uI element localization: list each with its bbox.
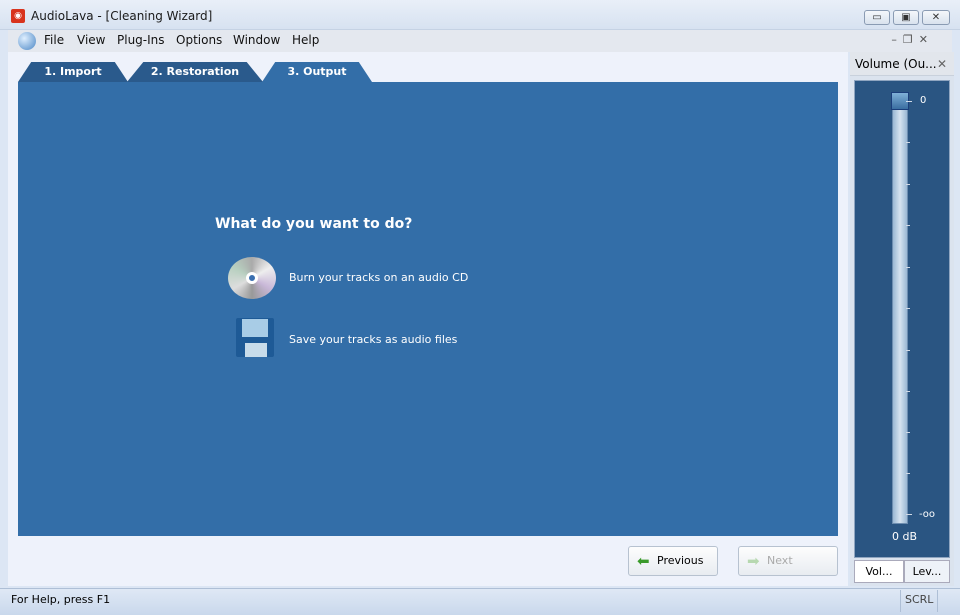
tab-output[interactable]: 3. Output	[262, 62, 372, 82]
menu-bar: File View Plug-Ins Options Window Help –…	[8, 30, 952, 52]
tab-restoration[interactable]: 2. Restoration	[127, 62, 263, 82]
scroll-lock-indicator: SCRL	[900, 590, 939, 612]
status-bar: For Help, press F1 SCRL	[0, 588, 960, 615]
title-bar: ◉ AudioLava - [Cleaning Wizard] ▭ ▣ ✕	[0, 0, 960, 30]
menu-options[interactable]: Options	[176, 33, 222, 47]
volume-max-label: 0	[920, 95, 927, 106]
volume-value-label: 0 dB	[892, 530, 918, 543]
save-files-option[interactable]: Save your tracks as audio files	[289, 333, 457, 346]
menu-window[interactable]: Window	[233, 33, 280, 47]
menu-file[interactable]: File	[44, 33, 64, 47]
volume-panel-header: Volume (Ou... ✕	[850, 52, 954, 76]
window-title: AudioLava - [Cleaning Wizard]	[31, 9, 213, 23]
previous-button[interactable]: ⬅ Previous	[628, 546, 718, 576]
volume-close-icon[interactable]: ✕	[937, 57, 947, 71]
app-menu-icon[interactable]	[18, 32, 36, 50]
burn-cd-option[interactable]: Burn your tracks on an audio CD	[289, 271, 468, 284]
volume-panel-title: Volume (Ou...	[855, 57, 937, 71]
wizard-question: What do you want to do?	[215, 216, 413, 232]
floppy-disk-icon[interactable]	[236, 318, 274, 357]
tab-levels[interactable]: Lev...	[904, 560, 950, 583]
next-button[interactable]: ➡ Next	[738, 546, 838, 576]
cd-icon[interactable]	[228, 257, 276, 299]
previous-label: Previous	[657, 554, 704, 567]
menu-plug-ins[interactable]: Plug-Ins	[117, 33, 165, 47]
maximize-button[interactable]: ▣	[893, 10, 919, 25]
arrow-right-icon: ➡	[747, 552, 760, 570]
app-icon: ◉	[11, 9, 25, 23]
wizard-panel	[18, 82, 838, 536]
minimize-button[interactable]: ▭	[864, 10, 890, 25]
volume-min-label: -oo	[919, 509, 936, 520]
next-label: Next	[767, 554, 793, 567]
status-help-text: For Help, press F1	[11, 593, 111, 606]
tab-volume[interactable]: Vol...	[854, 560, 904, 583]
menu-view[interactable]: View	[77, 33, 105, 47]
arrow-left-icon: ⬅	[637, 552, 650, 570]
close-button[interactable]: ✕	[922, 10, 950, 25]
menu-help[interactable]: Help	[292, 33, 319, 47]
tab-import[interactable]: 1. Import	[18, 62, 128, 82]
mdi-controls[interactable]: –❐✕	[891, 33, 934, 46]
